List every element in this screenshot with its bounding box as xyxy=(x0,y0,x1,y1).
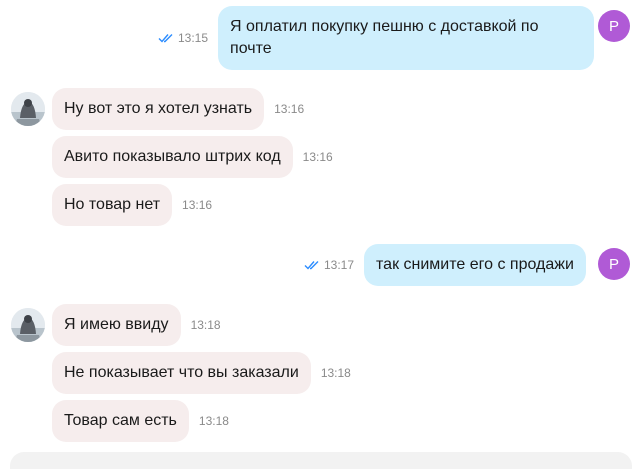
message-composer[interactable] xyxy=(10,452,632,469)
incoming-message-row: Не показывает что вы заказали 13:18 xyxy=(52,352,351,394)
user-avatar[interactable]: P xyxy=(598,10,630,42)
message-bubble[interactable]: так снимите его с продажи xyxy=(364,244,586,286)
incoming-message-row: Я имею ввиду 13:18 xyxy=(52,304,221,346)
message-meta: 13:15 xyxy=(158,31,208,45)
double-check-icon xyxy=(158,34,173,43)
outgoing-message-row: 13:17 так снимите его с продажи xyxy=(304,244,586,286)
message-bubble[interactable]: Я оплатил покупку пешню с доставкой по п… xyxy=(218,6,595,70)
message-bubble[interactable]: Не показывает что вы заказали xyxy=(52,352,311,394)
incoming-message-row: Но товар нет 13:16 xyxy=(52,184,212,226)
message-bubble[interactable]: Авито показывало штрих код xyxy=(52,136,293,178)
contact-avatar[interactable] xyxy=(11,308,45,342)
message-bubble[interactable]: Но товар нет xyxy=(52,184,173,226)
contact-photo-icon xyxy=(11,92,45,126)
message-time: 13:16 xyxy=(182,198,213,212)
message-time: 13:18 xyxy=(198,414,229,428)
message-bubble[interactable]: Ну вот это я хотел узнать xyxy=(52,88,265,130)
incoming-message-row: Ну вот это я хотел узнать 13:16 xyxy=(52,88,304,130)
double-check-icon xyxy=(304,261,319,270)
incoming-message-row: Товар сам есть 13:18 xyxy=(52,400,229,442)
incoming-message-row: Авито показывало штрих код 13:16 xyxy=(52,136,333,178)
message-meta: 13:17 xyxy=(304,258,354,272)
message-time: 13:15 xyxy=(178,31,209,45)
message-time: 13:18 xyxy=(320,366,351,380)
message-time: 13:16 xyxy=(274,102,305,116)
message-bubble[interactable]: Я имею ввиду xyxy=(52,304,181,346)
chat-thread: 13:15 Я оплатил покупку пешню с доставко… xyxy=(0,0,642,469)
contact-photo-icon xyxy=(11,308,45,342)
outgoing-message-row: 13:15 Я оплатил покупку пешню с доставко… xyxy=(158,6,595,70)
user-avatar[interactable]: P xyxy=(598,248,630,280)
message-time: 13:18 xyxy=(190,318,221,332)
contact-avatar[interactable] xyxy=(11,92,45,126)
message-time: 13:17 xyxy=(324,258,355,272)
message-bubble[interactable]: Товар сам есть xyxy=(52,400,189,442)
message-time: 13:16 xyxy=(302,150,333,164)
